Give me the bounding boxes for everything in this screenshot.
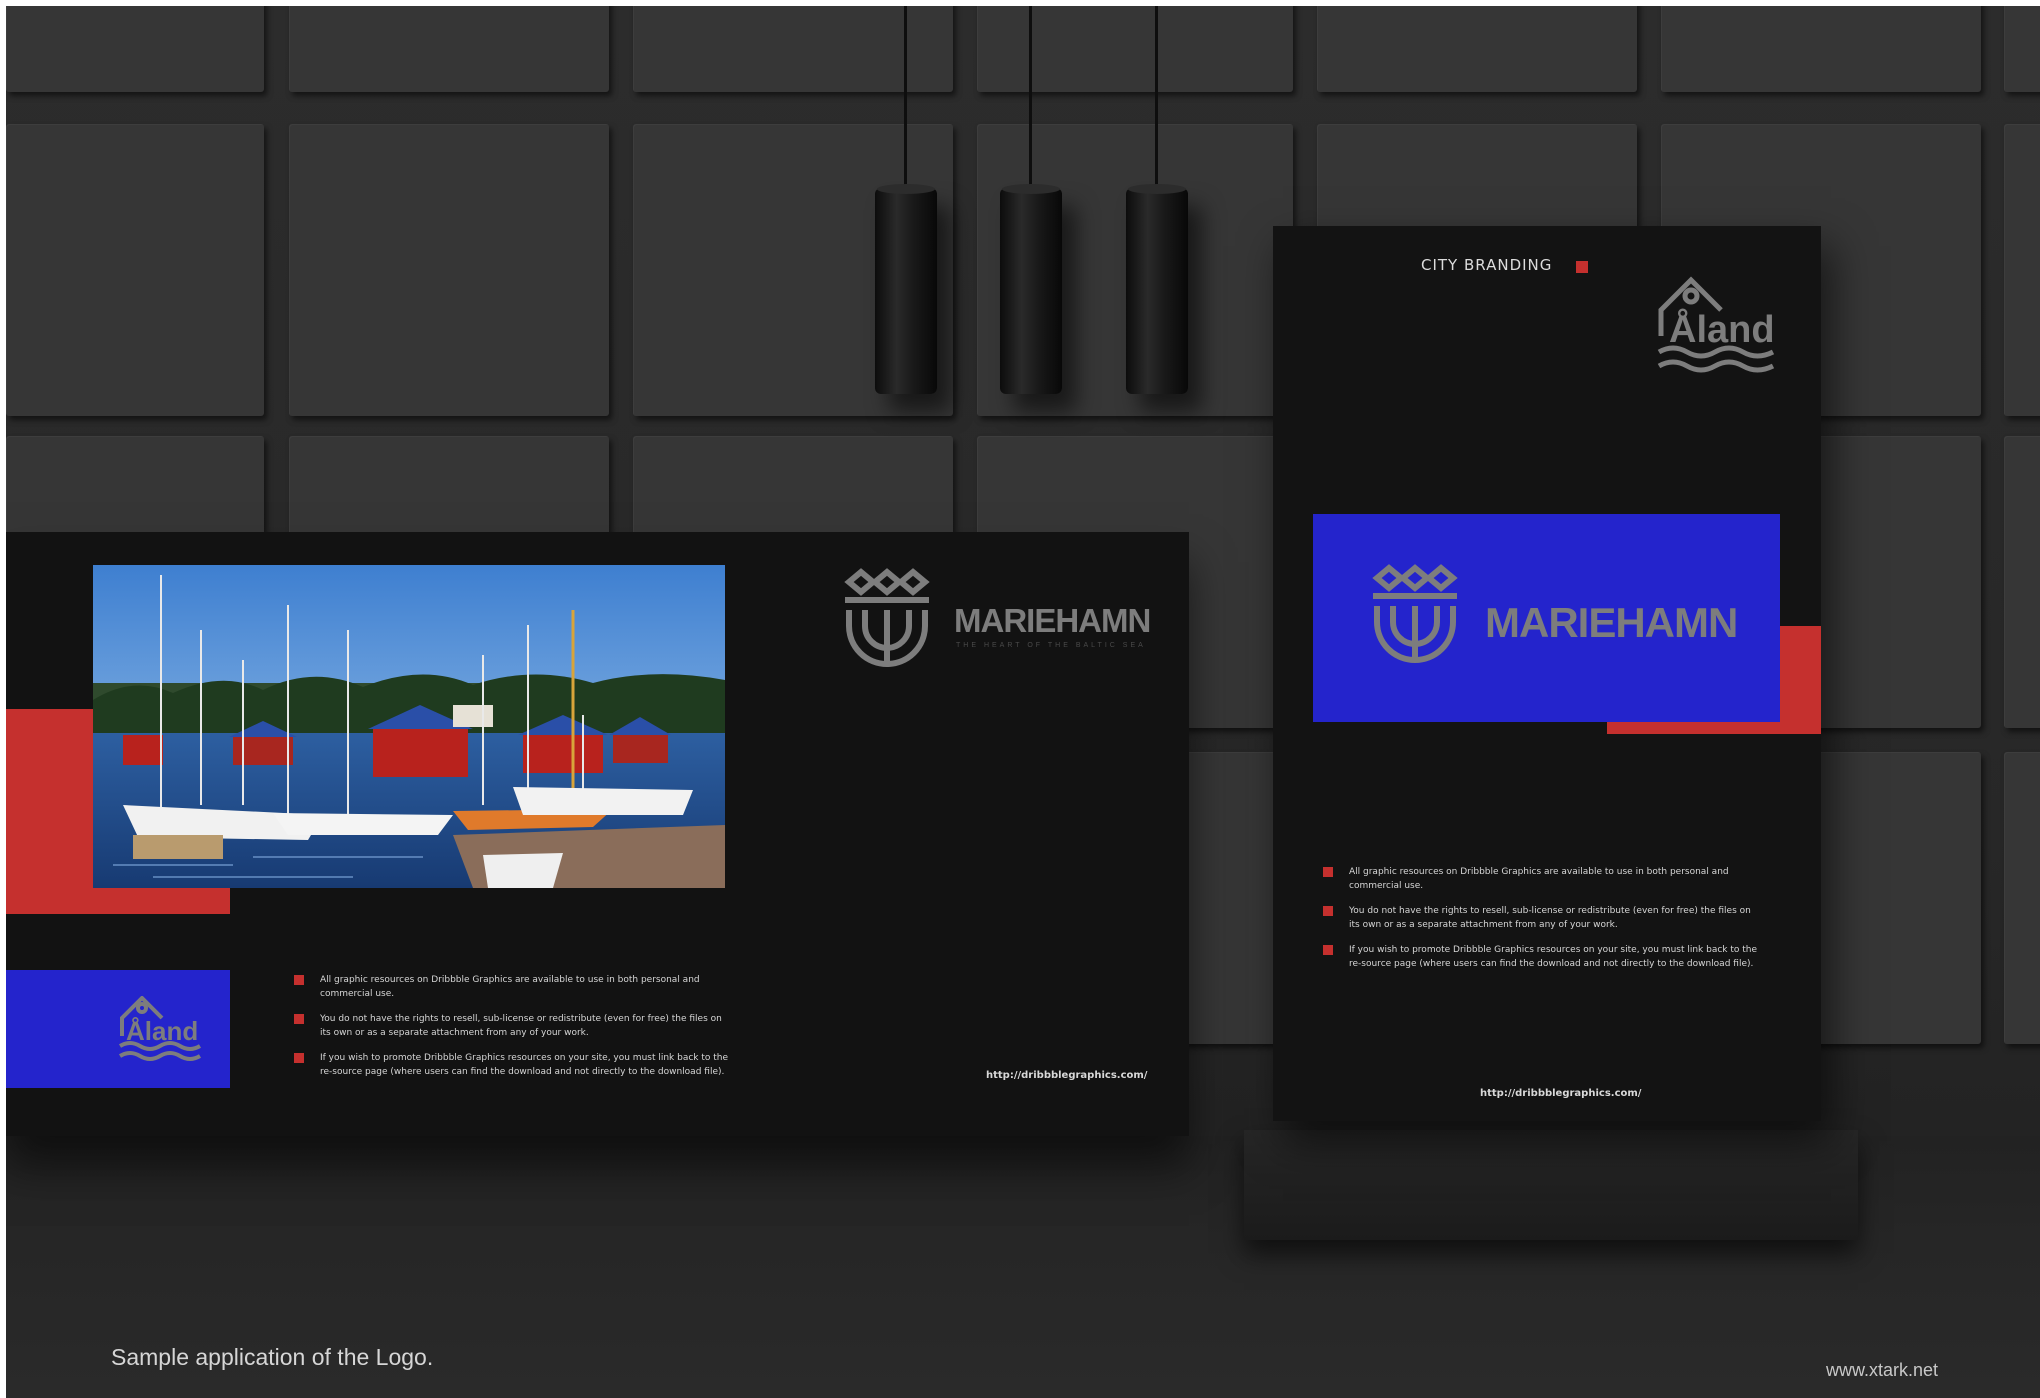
caption-text: Sample application of the Logo. (111, 1344, 434, 1370)
standee-header: CITY BRANDING (1421, 256, 1553, 274)
red-bullet-icon (1323, 906, 1333, 916)
red-bullet-icon (294, 975, 304, 985)
wall-tile (2004, 436, 2040, 728)
standee-base (1244, 1130, 1858, 1240)
harbor-photo (93, 565, 725, 888)
aland-logo-text: Åland (1669, 307, 1775, 351)
wall-tile (977, 6, 1293, 92)
mockup-scene: MARIEHAMN THE HEART OF THE BALTIC SEA Ål… (6, 6, 2040, 1398)
red-bullet-icon (294, 1053, 304, 1063)
standee-bullet-list: All graphic resources on Dribbble Graphi… (1323, 866, 1763, 983)
wall-tile (6, 6, 264, 92)
board-bullet-list: All graphic resources on Dribbble Graphi… (294, 974, 734, 1091)
red-bullet-icon (294, 1014, 304, 1024)
pendant-lamp (1126, 184, 1188, 394)
wall-tile (2004, 6, 2040, 92)
list-item: You do not have the rights to resell, su… (294, 1013, 734, 1040)
mariehamn-crest-icon (1372, 564, 1458, 663)
aland-logo-text: Åland (126, 1016, 198, 1046)
red-bullet-icon (1323, 945, 1333, 955)
pendant-lamp (875, 184, 937, 394)
wall-tile (289, 6, 609, 92)
list-item: All graphic resources on Dribbble Graphi… (294, 974, 734, 1001)
mariehamn-tagline: THE HEART OF THE BALTIC SEA (956, 642, 1146, 649)
wall-tile (289, 124, 609, 416)
aland-logo-icon: Åland (1657, 276, 1775, 373)
lamp-cord (1029, 6, 1032, 190)
standee-url[interactable]: http://dribbblegraphics.com/ (1480, 1088, 1641, 1099)
list-item: If you wish to promote Dribbble Graphics… (294, 1052, 734, 1079)
aland-logo-icon: Åland (118, 996, 202, 1061)
board-url[interactable]: http://dribbblegraphics.com/ (986, 1070, 1147, 1081)
list-item: All graphic resources on Dribbble Graphi… (1323, 866, 1763, 893)
mariehamn-wordmark: MARIEHAMN (1485, 599, 1738, 646)
red-square-marker (1576, 261, 1588, 273)
lamp-cord (904, 6, 907, 190)
wall-tile (6, 124, 264, 416)
pendant-lamp (1000, 184, 1062, 394)
landscape-board: MARIEHAMN THE HEART OF THE BALTIC SEA Ål… (6, 532, 1189, 1136)
wall-tile (2004, 124, 2040, 416)
mariehamn-crest-icon (844, 568, 930, 667)
wall-tile (2004, 752, 2040, 1044)
red-bullet-icon (1323, 867, 1333, 877)
lamp-cord (1155, 6, 1158, 190)
list-item: If you wish to promote Dribbble Graphics… (1323, 944, 1763, 971)
portrait-standee: CITY BRANDING Åland MARIEHAMN All graphi… (1273, 226, 1821, 1121)
wall-tile (1661, 6, 1981, 92)
mariehamn-wordmark: MARIEHAMN (954, 602, 1151, 639)
site-url[interactable]: www.xtark.net (1826, 1360, 1938, 1381)
wall-tile (1317, 6, 1637, 92)
list-item: You do not have the rights to resell, su… (1323, 905, 1763, 932)
